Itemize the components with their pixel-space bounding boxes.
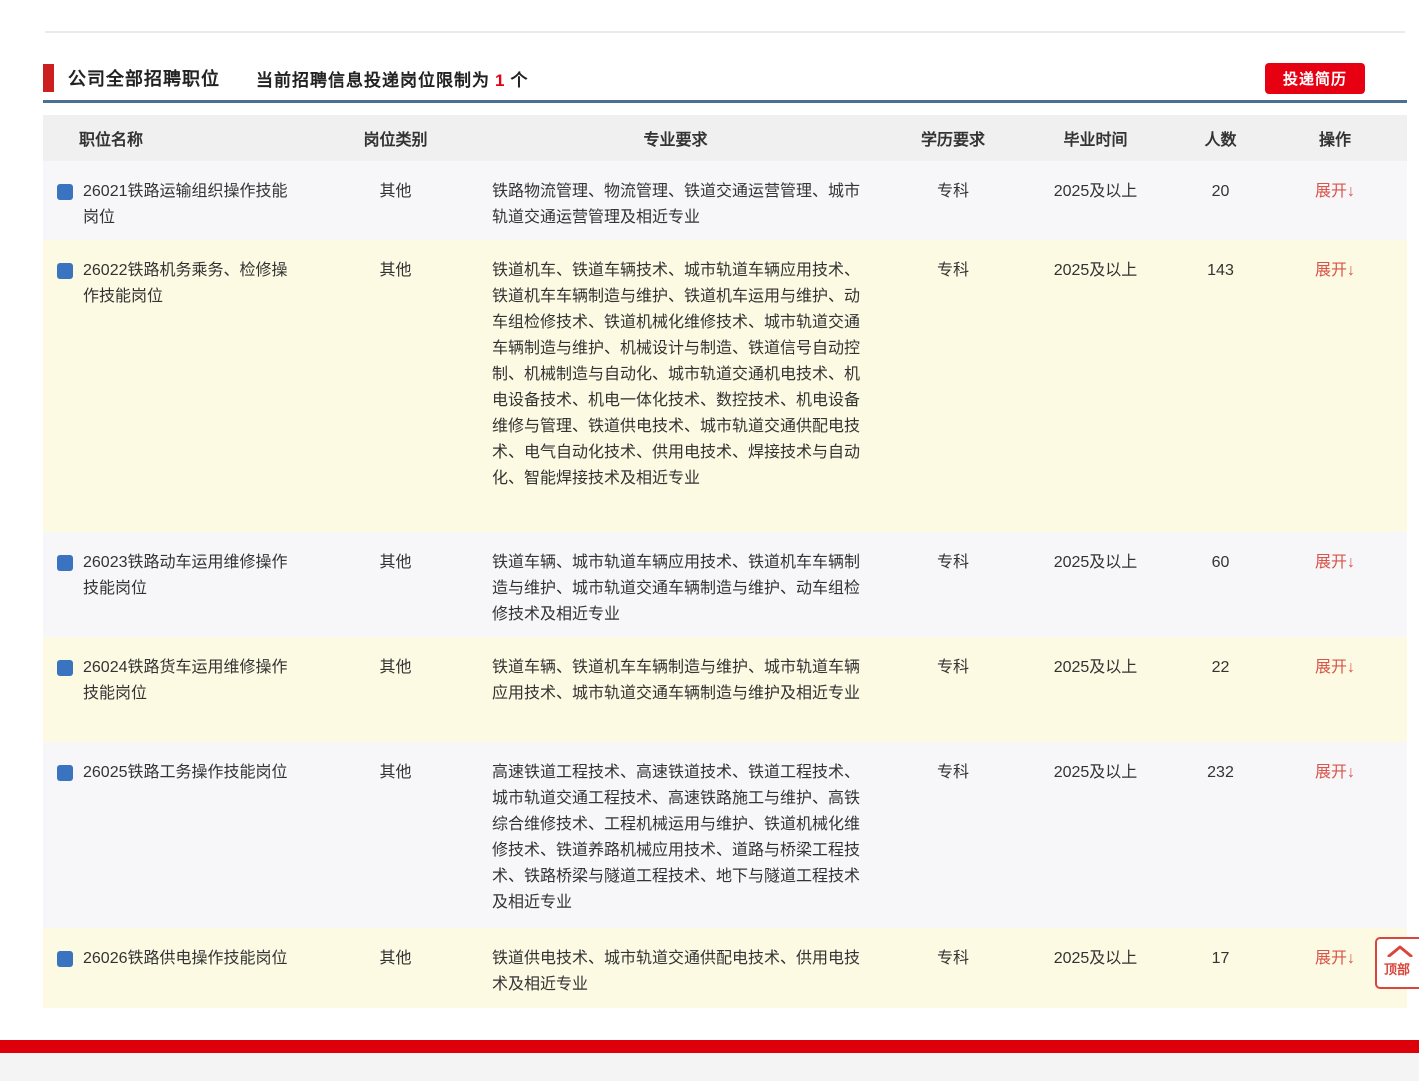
- job-graduation: 2025及以上: [1013, 161, 1178, 205]
- job-graduation: 2025及以上: [1013, 240, 1178, 284]
- job-majors: 铁路物流管理、物流管理、铁道交通运营管理、城市轨道交通运营管理及相近专业: [458, 161, 893, 231]
- top-divider: [45, 31, 1405, 33]
- section-marker: [43, 64, 54, 92]
- col-header-category: 岗位类别: [333, 126, 458, 150]
- row-checkbox[interactable]: [57, 184, 73, 200]
- job-count: 232: [1178, 742, 1263, 786]
- job-category: 其他: [333, 532, 458, 576]
- bottom-red-bar: [0, 1040, 1419, 1053]
- job-graduation: 2025及以上: [1013, 742, 1178, 786]
- job-majors: 高速铁道工程技术、高速铁道技术、铁道工程技术、城市轨道交通工程技术、高速铁路施工…: [458, 742, 893, 916]
- job-majors: 铁道机车、铁道车辆技术、城市轨道车辆应用技术、铁道机车车辆制造与维护、铁道机车运…: [458, 240, 893, 492]
- table-header-row: 职位名称 岗位类别 专业要求 学历要求 毕业时间 人数 操作: [43, 115, 1407, 161]
- row-checkbox[interactable]: [57, 263, 73, 279]
- job-category: 其他: [333, 928, 458, 972]
- job-name: 26021铁路运输组织操作技能岗位: [83, 179, 289, 231]
- back-to-top-label: 顶部: [1384, 959, 1410, 978]
- submit-resume-button[interactable]: 投递简历: [1265, 63, 1365, 94]
- job-count: 60: [1178, 532, 1263, 576]
- job-graduation: 2025及以上: [1013, 637, 1178, 681]
- job-education: 专科: [893, 532, 1013, 576]
- job-education: 专科: [893, 240, 1013, 284]
- job-majors: 铁道车辆、铁道机车车辆制造与维护、城市轨道车辆应用技术、城市轨道交通车辆制造与维…: [458, 637, 893, 707]
- job-majors: 铁道车辆、城市轨道车辆应用技术、铁道机车车辆制造与维护、城市轨道交通车辆制造与维…: [458, 532, 893, 628]
- col-header-count: 人数: [1178, 126, 1263, 150]
- job-name: 26026铁路供电操作技能岗位: [83, 946, 289, 972]
- job-count: 17: [1178, 928, 1263, 972]
- expand-button[interactable]: 展开↓: [1315, 554, 1355, 571]
- col-header-education: 学历要求: [893, 126, 1013, 150]
- page: 公司全部招聘职位 当前招聘信息投递岗位限制为 1个 投递简历 职位名称 岗位类别 …: [0, 0, 1419, 1081]
- arrow-down-icon: ↓: [1347, 554, 1355, 571]
- arrow-down-icon: ↓: [1347, 764, 1355, 781]
- job-education: 专科: [893, 742, 1013, 786]
- expand-button[interactable]: 展开↓: [1315, 262, 1355, 279]
- job-majors: 铁道供电技术、城市轨道交通供配电技术、供用电技术及相近专业: [458, 928, 893, 998]
- job-count: 22: [1178, 637, 1263, 681]
- chevron-up-icon: [1387, 945, 1413, 957]
- arrow-down-icon: ↓: [1347, 262, 1355, 279]
- expand-button[interactable]: 展开↓: [1315, 764, 1355, 781]
- row-checkbox[interactable]: [57, 765, 73, 781]
- col-header-graduation: 毕业时间: [1013, 126, 1178, 150]
- arrow-down-icon: ↓: [1347, 950, 1355, 967]
- job-name: 26023铁路动车运用维修操作技能岗位: [83, 550, 289, 602]
- col-header-name: 职位名称: [43, 126, 333, 150]
- expand-button[interactable]: 展开↓: [1315, 950, 1355, 967]
- limit-count: 1: [495, 71, 505, 90]
- job-education: 专科: [893, 928, 1013, 972]
- back-to-top-button[interactable]: 顶部: [1375, 937, 1419, 989]
- row-checkbox[interactable]: [57, 951, 73, 967]
- job-graduation: 2025及以上: [1013, 928, 1178, 972]
- job-education: 专科: [893, 637, 1013, 681]
- limit-suffix: 个: [510, 71, 528, 90]
- job-category: 其他: [333, 742, 458, 786]
- header-divider: [43, 100, 1407, 103]
- job-name: 26022铁路机务乘务、检修操作技能岗位: [83, 258, 289, 310]
- section-title: 公司全部招聘职位: [68, 65, 220, 91]
- row-checkbox[interactable]: [57, 555, 73, 571]
- section-header: 公司全部招聘职位 当前招聘信息投递岗位限制为 1个 投递简历: [43, 60, 1405, 96]
- limit-text: 当前招聘信息投递岗位限制为 1个: [256, 66, 528, 91]
- expand-button[interactable]: 展开↓: [1315, 659, 1355, 676]
- job-category: 其他: [333, 637, 458, 681]
- job-category: 其他: [333, 161, 458, 205]
- arrow-down-icon: ↓: [1347, 659, 1355, 676]
- job-count: 20: [1178, 161, 1263, 205]
- table-row: 26022铁路机务乘务、检修操作技能岗位 其他 铁道机车、铁道车辆技术、城市轨道…: [43, 240, 1407, 532]
- job-name: 26025铁路工务操作技能岗位: [83, 760, 289, 786]
- col-header-majors: 专业要求: [458, 126, 893, 150]
- job-education: 专科: [893, 161, 1013, 205]
- table-row: 26024铁路货车运用维修操作技能岗位 其他 铁道车辆、铁道机车车辆制造与维护、…: [43, 637, 1407, 742]
- job-graduation: 2025及以上: [1013, 532, 1178, 576]
- table-row: 26023铁路动车运用维修操作技能岗位 其他 铁道车辆、城市轨道车辆应用技术、铁…: [43, 532, 1407, 637]
- expand-button[interactable]: 展开↓: [1315, 183, 1355, 200]
- row-checkbox[interactable]: [57, 660, 73, 676]
- table-row: 26026铁路供电操作技能岗位 其他 铁道供电技术、城市轨道交通供配电技术、供用…: [43, 928, 1407, 1008]
- table-row: 26021铁路运输组织操作技能岗位 其他 铁路物流管理、物流管理、铁道交通运营管…: [43, 161, 1407, 240]
- col-header-action: 操作: [1263, 126, 1407, 150]
- job-category: 其他: [333, 240, 458, 284]
- table-row: 26025铁路工务操作技能岗位 其他 高速铁道工程技术、高速铁道技术、铁道工程技…: [43, 742, 1407, 928]
- job-name: 26024铁路货车运用维修操作技能岗位: [83, 655, 289, 707]
- arrow-down-icon: ↓: [1347, 183, 1355, 200]
- jobs-table: 职位名称 岗位类别 专业要求 学历要求 毕业时间 人数 操作 26021铁路运输…: [43, 115, 1407, 1008]
- footer-strip: [0, 1053, 1419, 1081]
- job-count: 143: [1178, 240, 1263, 284]
- limit-prefix: 当前招聘信息投递岗位限制为: [256, 71, 490, 90]
